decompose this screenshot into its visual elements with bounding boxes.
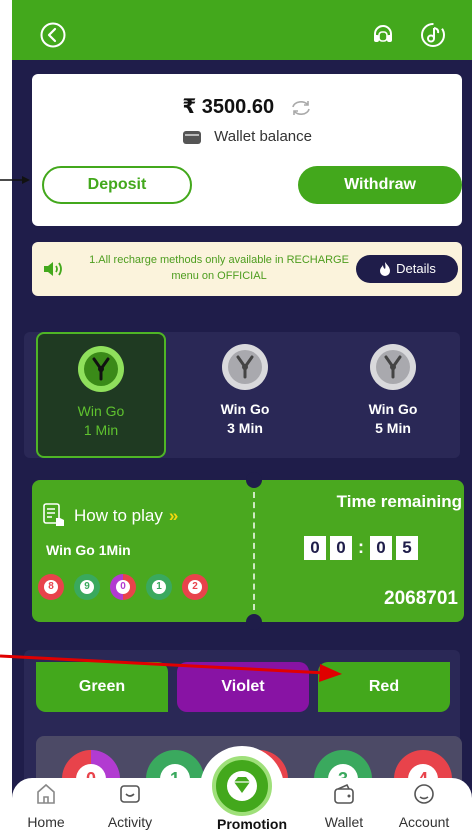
game-tab-duration: 3 Min [227, 420, 263, 436]
bet-green-button[interactable]: Green [36, 662, 168, 712]
notice-bar: 1.All recharge methods only available in… [32, 242, 462, 296]
top-header [12, 0, 472, 60]
withdraw-button[interactable]: Withdraw [298, 166, 462, 204]
timer-digit: 5 [396, 536, 418, 560]
activity-icon [120, 785, 140, 803]
flame-icon [380, 262, 391, 277]
app-screen: ₹ 3500.60 Wallet balance Deposit Withdra… [12, 0, 472, 840]
tab-win-go-5min[interactable]: Win Go 5 Min [328, 332, 458, 458]
result-ball: 9 [74, 574, 100, 600]
result-number: 8 [44, 580, 58, 594]
round-ticket: How to play » Win Go 1Min 8 9 0 1 2 Time rema… [32, 472, 464, 630]
timer-digit: 0 [304, 536, 326, 560]
nav-label: Account [398, 814, 450, 830]
recent-results: 8 9 0 1 2 [38, 574, 218, 602]
chevron-left-icon[interactable] [40, 22, 66, 48]
result-number: 9 [80, 580, 94, 594]
period-number: 2068701 [384, 588, 458, 609]
wallet-icon [182, 131, 201, 145]
bet-violet-button[interactable]: Violet [177, 662, 309, 712]
headset-icon[interactable] [372, 24, 394, 46]
result-ball: 8 [38, 574, 64, 600]
tab-win-go-1min[interactable]: Win Go 1 Min [36, 332, 166, 458]
clock-icon [78, 346, 124, 392]
document-hand-icon[interactable] [42, 502, 66, 528]
game-tab-name: Win Go [368, 401, 418, 417]
game-tab-duration: 5 Min [375, 420, 411, 436]
ticket-notch [246, 472, 262, 488]
double-chevron-right-icon: » [168, 506, 179, 525]
home-icon [37, 783, 55, 804]
nav-label: Wallet [324, 814, 364, 830]
ticket-divider [253, 492, 255, 610]
wallet-label-row: Wallet balance [32, 128, 462, 145]
clock-icon [370, 344, 416, 390]
countdown-timer: 00:05 [304, 536, 464, 560]
result-number: 0 [116, 580, 130, 594]
clock-icon [222, 344, 268, 390]
ticket-game-name: Win Go 1Min [46, 542, 131, 558]
nav-label: Home [27, 814, 65, 830]
result-ball: 2 [182, 574, 208, 600]
ticket-notch [246, 614, 262, 630]
timer-colon: : [358, 537, 364, 557]
result-ball: 1 [146, 574, 172, 600]
diamond-icon [227, 771, 257, 801]
notice-text: 1.All recharge methods only available in… [89, 254, 349, 282]
game-mode-tabs: Win Go 1 Min Win Go 3 Min Win Go 5 Min [24, 332, 460, 458]
wallet-balance-amount: ₹ 3500.60 [182, 96, 275, 118]
bet-red-button[interactable]: Red [318, 662, 450, 712]
nav-home[interactable]: Home [12, 778, 86, 830]
how-to-play-label: How to play [74, 506, 163, 525]
result-number: 1 [152, 580, 166, 594]
nav-wallet[interactable]: Wallet [304, 778, 384, 830]
time-remaining-label: Time remaining [336, 492, 462, 511]
speaker-icon [44, 262, 62, 276]
wallet-balance-row: ₹ 3500.60 [32, 94, 462, 119]
game-tab-duration: 1 Min [83, 422, 119, 438]
refresh-icon[interactable] [290, 100, 312, 116]
deposit-button[interactable]: Deposit [42, 166, 192, 204]
result-number: 2 [188, 580, 202, 594]
promotion-button[interactable] [212, 756, 272, 816]
nav-activity[interactable]: Activity [90, 778, 170, 830]
wallet-balance-label: Wallet balance [214, 128, 312, 145]
game-tab-name: Win Go [220, 401, 270, 417]
timer-digit: 0 [330, 536, 352, 560]
details-button[interactable]: Details [356, 255, 458, 283]
details-label: Details [396, 260, 436, 276]
tab-win-go-3min[interactable]: Win Go 3 Min [180, 332, 310, 458]
timer-digit: 0 [370, 536, 392, 560]
how-to-play-link[interactable]: How to play » [74, 506, 178, 526]
nav-account[interactable]: Account [384, 778, 464, 830]
result-ball: 0 [110, 574, 136, 600]
nav-promotion-label: Promotion [217, 816, 287, 832]
game-tab-name: Win Go [77, 403, 125, 419]
account-icon [414, 784, 434, 804]
nav-label: Activity [107, 814, 153, 830]
music-note-icon[interactable] [420, 22, 446, 48]
wallet-card: ₹ 3500.60 Wallet balance Deposit Withdra… [32, 74, 462, 226]
wallet-icon [334, 783, 354, 804]
